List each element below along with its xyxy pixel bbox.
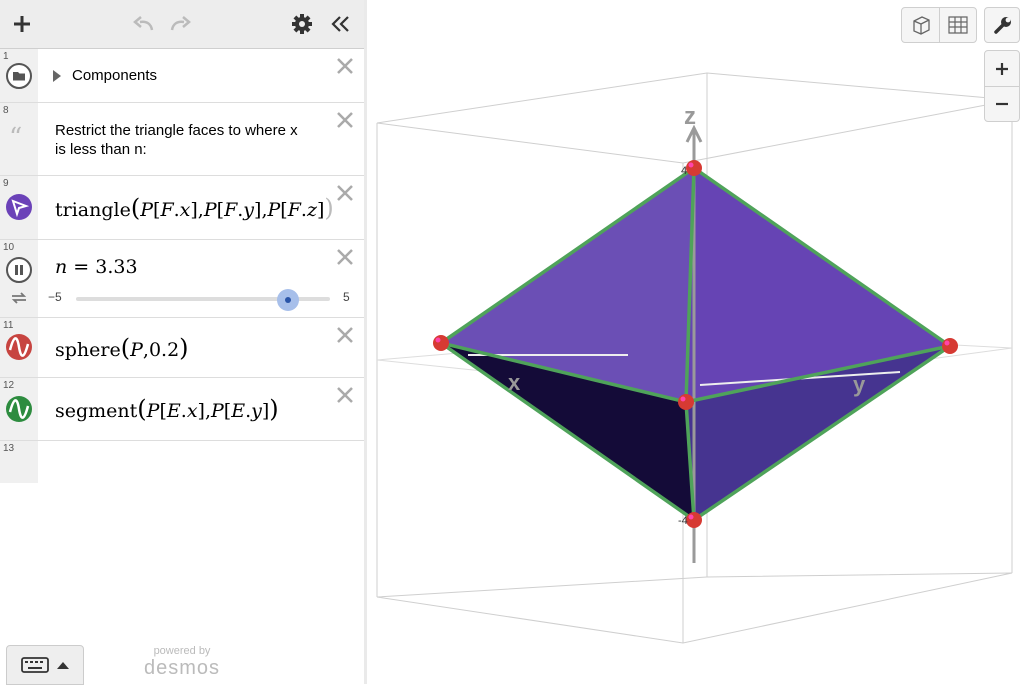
graph-canvas[interactable]: z x y 4 -4: [367, 0, 1024, 684]
z-tick-top: 4: [681, 165, 687, 177]
grid-view-button[interactable]: [939, 8, 976, 42]
panel-footer: powered by desmos: [0, 640, 364, 685]
x-axis-label: x: [508, 370, 521, 395]
desmos-logo: powered by desmos: [143, 645, 221, 680]
graph-3d-svg: z x y 4 -4: [376, 72, 1013, 644]
expression-row-segment[interactable]: 12 segment(P[E.x],P[E.y]): [0, 378, 364, 441]
segment-color-icon[interactable]: [5, 395, 33, 423]
line-number: 8: [3, 105, 9, 116]
wrench-icon: [994, 17, 1011, 34]
plus-icon: [14, 16, 30, 32]
expression-row-triangle[interactable]: 9 triangle(P[F.x],P[F.y],P[F.z]): [0, 176, 364, 240]
expression-toolbar: [0, 0, 364, 49]
cube-icon: [913, 16, 930, 35]
zoom-controls: [984, 50, 1020, 122]
redo-button[interactable]: [166, 10, 194, 38]
grid-icon: [948, 16, 968, 34]
line-number: 11: [3, 320, 14, 331]
quote-icon: “: [9, 123, 23, 153]
folder-label[interactable]: Components: [72, 67, 157, 84]
line-number: 1: [3, 51, 9, 62]
segment-expression[interactable]: segment(P[E.x],P[E.y]): [55, 395, 279, 423]
expression-list: 1 Components 8 “ Restrict the triangle f…: [0, 49, 364, 483]
sphere-color-icon[interactable]: [5, 333, 33, 361]
expression-panel: 1 Components 8 “ Restrict the triangle f…: [0, 0, 365, 685]
close-icon[interactable]: [334, 55, 356, 77]
expression-row-note[interactable]: 8 “ Restrict the triangle faces to where…: [0, 103, 364, 176]
collapse-panel-button[interactable]: [326, 10, 354, 38]
close-icon[interactable]: [334, 246, 356, 268]
close-icon[interactable]: [334, 384, 356, 406]
cube-view-button[interactable]: [902, 8, 940, 42]
triangle-expression[interactable]: triangle(P[F.x],P[F.y],P[F.z]): [55, 194, 334, 222]
expression-row-sphere[interactable]: 11 sphere(P,0.2): [0, 318, 364, 378]
expression-row-folder[interactable]: 1 Components: [0, 49, 364, 103]
double-chevron-left-icon: [331, 16, 349, 32]
slider-thumb[interactable]: [276, 289, 299, 311]
slider-min[interactable]: −5: [48, 290, 62, 304]
sphere-expression[interactable]: sphere(P,0.2): [55, 334, 189, 362]
pause-icon[interactable]: [5, 256, 33, 284]
caret-right-icon[interactable]: [52, 69, 62, 83]
minus-icon: [996, 102, 1008, 106]
keyboard-icon: [21, 657, 49, 673]
gear-icon: [292, 14, 312, 34]
z-axis-label: z: [684, 103, 696, 130]
folder-icon[interactable]: [5, 62, 33, 90]
undo-button[interactable]: [130, 10, 158, 38]
close-icon[interactable]: [334, 182, 356, 204]
settings-button[interactable]: [288, 10, 316, 38]
zoom-in-button[interactable]: [985, 51, 1019, 87]
keyboard-toggle-button[interactable]: [6, 645, 84, 685]
graph-settings-button[interactable]: [984, 7, 1020, 43]
loop-icon[interactable]: [10, 291, 28, 305]
caret-up-icon: [57, 662, 69, 669]
slider-expression[interactable]: n = 3.33: [55, 256, 138, 278]
note-text[interactable]: Restrict the triangle faces to where x i…: [55, 121, 298, 159]
slider-max[interactable]: 5: [343, 290, 350, 304]
line-number: 9: [3, 178, 9, 189]
expression-row-empty[interactable]: 13: [0, 441, 364, 483]
close-icon[interactable]: [334, 324, 356, 346]
z-tick-bottom: -4: [678, 515, 688, 527]
line-number: 13: [3, 443, 15, 454]
add-item-button[interactable]: [8, 10, 36, 38]
y-axis-label: y: [853, 372, 866, 397]
line-number: 10: [3, 242, 15, 253]
redo-icon: [170, 16, 191, 31]
triangle-color-icon[interactable]: [5, 193, 33, 221]
zoom-out-button[interactable]: [985, 86, 1019, 121]
close-icon[interactable]: [334, 109, 356, 131]
expression-row-slider[interactable]: 10 n = 3.33 −5 5: [0, 240, 364, 318]
line-number: 12: [3, 380, 15, 391]
undo-icon: [133, 16, 154, 31]
view-toggle-group: [901, 7, 977, 43]
plus-icon: [996, 63, 1008, 75]
